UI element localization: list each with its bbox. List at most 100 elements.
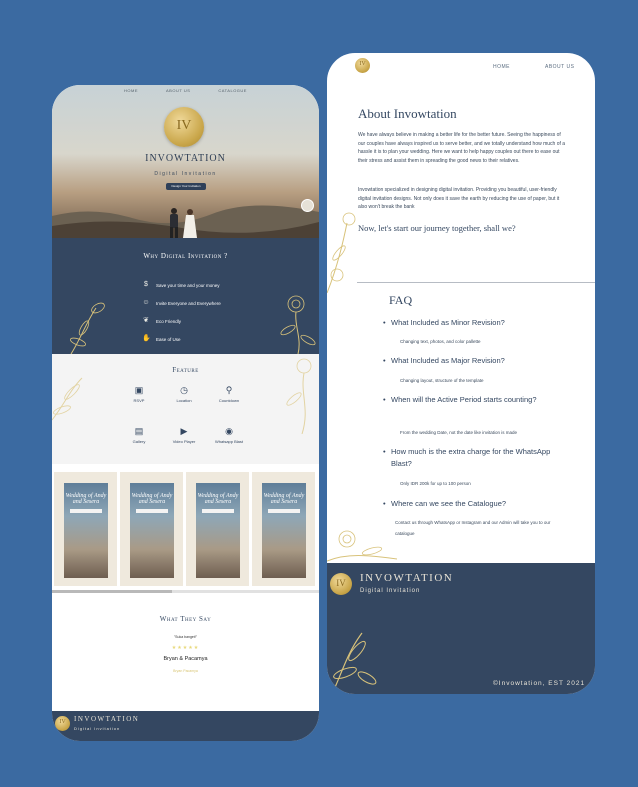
gallery-icon: ▤ <box>134 426 144 436</box>
feature-label: Video Player <box>172 439 196 444</box>
footer: IV Invowtation Digital Invitation ©Invow… <box>327 563 595 694</box>
feature-location: ◷ Location <box>161 385 207 403</box>
nav-about[interactable]: ABOUT US <box>545 64 574 70</box>
floral-left-decoration <box>327 212 356 293</box>
floral-left-decoration <box>52 377 83 421</box>
why-item-label: Eco Friendly <box>156 318 182 324</box>
testimonial-title: What They Say <box>159 615 212 623</box>
top-nav: IV HOME ABOUT US <box>327 53 595 83</box>
catalogue-card[interactable]: Wedding of Andy and Sesera <box>120 472 183 586</box>
feature-label: Whatsapp Blast <box>214 439 243 444</box>
footer-brand: Invowtation <box>74 715 140 723</box>
testimonial-name: Bryan & Pacamya <box>163 656 208 662</box>
feature-section: Feature ▣ RSVP ◷ Location ⚲ Countdown ▤ … <box>52 354 319 464</box>
leaf-icon: ❦ <box>143 317 149 324</box>
nav-catalogue[interactable]: CATALOGUE <box>218 88 247 93</box>
wax-seal-logo: IV <box>330 573 352 595</box>
why-list: $ Save your time and your money ☺ Invite E… <box>142 276 221 348</box>
money-icon: $ <box>144 281 148 288</box>
section-divider <box>357 282 595 283</box>
copyright-text: ©Invowtation, EST 2021 <box>493 680 586 687</box>
faq-question[interactable]: What Included as Major Revision? <box>383 355 571 367</box>
people-icon: ☺ <box>142 299 150 306</box>
faq-question[interactable]: Where can we see the Catalogue? <box>383 498 571 510</box>
rsvp-icon: ▣ <box>134 385 144 395</box>
floral-bottom-decoration <box>327 530 397 562</box>
feature-rsvp: ▣ RSVP <box>116 385 162 403</box>
list-item: ❦ Eco Friendly <box>142 312 221 330</box>
list-item: $ Save your time and your money <box>142 276 221 294</box>
testimonial-quote: "Suka banget!" <box>173 635 198 639</box>
card-bar <box>202 509 234 513</box>
design-invitation-button[interactable]: Design Your Invitation <box>166 183 206 190</box>
hero-section: HOME ABOUT US CATALOGUE IV Invowtation D… <box>52 85 319 238</box>
card-photo: Wedding of Andy and Sesera <box>196 483 240 578</box>
card-bar <box>70 509 102 513</box>
nav-about[interactable]: ABOUT US <box>166 88 190 93</box>
footer-tagline: Digital Invitation <box>74 726 121 731</box>
location-icon: ◷ <box>180 385 188 395</box>
faq-title: FAQ <box>389 293 413 307</box>
footer: IV Invowtation Digital Invitation <box>52 711 319 741</box>
wax-seal-logo[interactable]: IV <box>355 58 370 73</box>
faq-answer: Contact us through WhatsApp or Instagram… <box>395 520 551 536</box>
wax-seal-logo: IV <box>164 107 204 147</box>
carousel-scrollbar[interactable] <box>52 590 319 593</box>
top-nav: HOME ABOUT US CATALOGUE <box>52 88 319 93</box>
why-title: Why Digital Invitation ? <box>143 252 228 260</box>
faq-question[interactable]: What Included as Minor Revision? <box>383 317 571 329</box>
whatsapp-icon: ◉ <box>225 426 233 436</box>
footer-brand: Invowtation <box>360 572 454 584</box>
card-photo: Wedding of Andy and Sesera <box>130 483 174 578</box>
faq-answer: Only IDR 200k for up to 100 person <box>400 481 471 486</box>
floral-left-decoration <box>70 302 105 354</box>
seal-letters: IV <box>59 719 66 725</box>
why-item-label: Save your time and your money <box>156 282 220 288</box>
catalogue-card[interactable]: Wedding of Andy and Sesera <box>186 472 249 586</box>
countdown-icon: ⚲ <box>225 385 233 395</box>
feature-video-player: ▶ Video Player <box>161 426 207 444</box>
faq-question[interactable]: When will the Active Period starts count… <box>383 394 571 406</box>
wax-seal-logo: IV <box>55 716 70 731</box>
list-item: ☺ Invite Everyone and Everywhere <box>142 294 221 312</box>
about-page-mockup: IV HOME ABOUT US About Invowtation We ha… <box>327 53 595 694</box>
nav-home[interactable]: HOME <box>124 88 138 93</box>
card-title: Wedding of Andy and Sesera <box>263 493 305 505</box>
rating-stars: ★★★★★ <box>171 645 200 651</box>
hero-title: Invowtation <box>145 153 226 164</box>
faq-answer: Changing text, photos, and color pallett… <box>400 339 481 344</box>
catalogue-card[interactable]: Wedding of Andy and Sesera <box>54 472 117 586</box>
floral-right-decoration <box>286 358 312 434</box>
card-bar <box>136 509 168 513</box>
faq-answer: From the wedding Date, not the date like… <box>400 430 518 435</box>
why-item-label: Invite Everyone and Everywhere <box>156 300 221 306</box>
camera-lens-icon <box>301 199 314 212</box>
seal-letters: IV <box>176 118 192 133</box>
about-paragraph: We have always believe in making a bette… <box>358 132 566 164</box>
seal-letters: IV <box>359 61 366 67</box>
scrollbar-thumb[interactable] <box>52 590 172 593</box>
nav-home[interactable]: HOME <box>493 64 510 70</box>
footer-tagline: Digital Invitation <box>360 588 421 594</box>
feature-countdown: ⚲ Countdown <box>206 385 252 403</box>
seal-letters: IV <box>336 578 346 588</box>
feature-label: Countdown <box>218 398 240 403</box>
faq-answer: Changing layout, structure of the templa… <box>400 378 484 383</box>
card-title: Wedding of Andy and Sesera <box>197 493 239 505</box>
feature-label: Location <box>176 398 192 403</box>
card-photo: Wedding of Andy and Sesera <box>64 483 108 578</box>
about-paragraph: Invowtation specialized in designing dig… <box>358 187 560 211</box>
feature-whatsapp-blast: ◉ Whatsapp Blast <box>206 426 252 444</box>
catalogue-carousel[interactable]: Wedding of Andy and Sesera Wedding of An… <box>52 470 319 590</box>
why-section: Why Digital Invitation ? $ Save your time… <box>52 238 319 354</box>
card-bar <box>268 509 300 513</box>
faq-question[interactable]: How much is the extra charge for the Wha… <box>383 446 571 470</box>
why-item-label: Ease of Use <box>156 336 181 342</box>
card-title: Wedding of Andy and Sesera <box>131 493 173 505</box>
hero-subtitle: Digital Invitation <box>154 171 217 177</box>
floral-right-decoration <box>280 295 316 354</box>
catalogue-card[interactable]: Wedding of Andy and Sesera <box>252 472 315 586</box>
feature-gallery: ▤ Gallery <box>116 426 162 444</box>
feature-title: Feature <box>172 366 199 374</box>
couple-photo <box>170 208 197 238</box>
